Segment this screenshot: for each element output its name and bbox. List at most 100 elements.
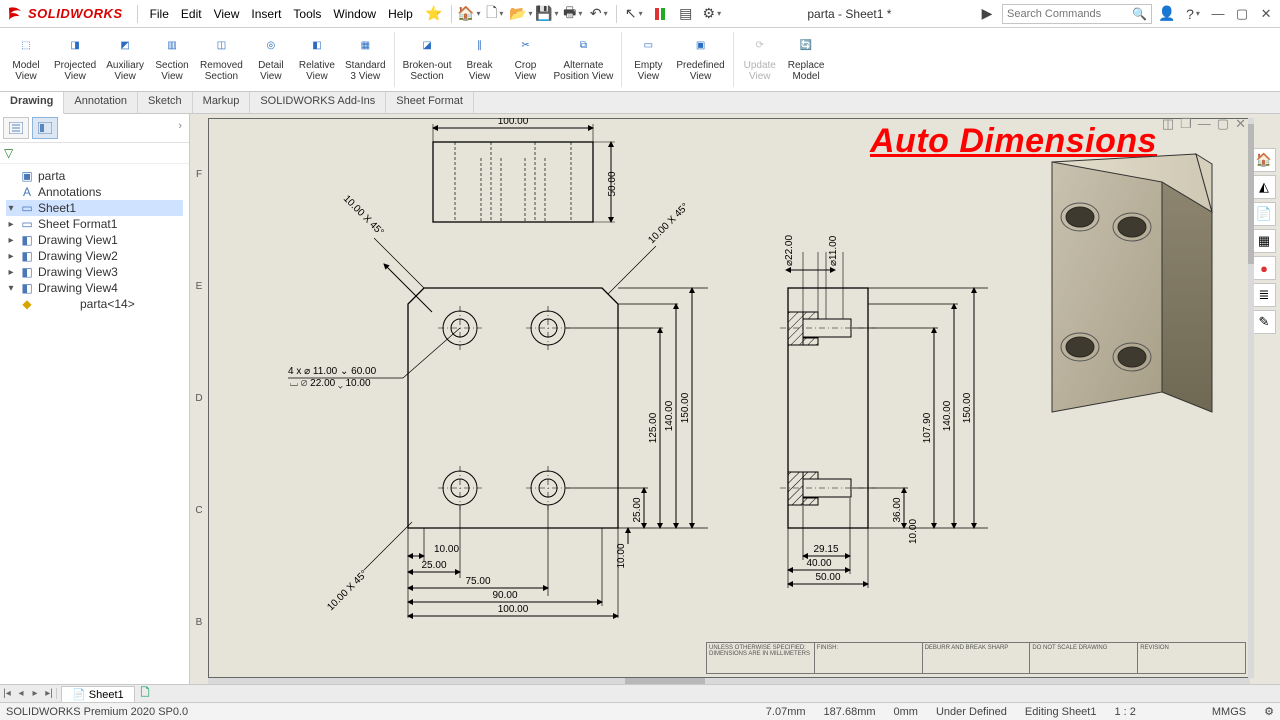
tab-sheet-format[interactable]: Sheet Format (386, 92, 474, 113)
new-button[interactable]: 🗋 (484, 3, 506, 25)
undo-button[interactable]: ↶ (588, 3, 610, 25)
status-bar: SOLIDWORKS Premium 2020 SP0.0 7.07mm 187… (0, 702, 1280, 720)
detail-view-button[interactable]: ◎Detail View (249, 30, 293, 89)
filter-icon[interactable]: ▽ (4, 146, 13, 160)
hud-list-icon[interactable]: ≣ (1252, 283, 1276, 307)
predefined-view-button[interactable]: ▣Predefined View (672, 30, 728, 89)
tab-sketch[interactable]: Sketch (138, 92, 193, 113)
feature-tree-tab[interactable] (3, 117, 29, 139)
model-view-label: Model View (12, 60, 39, 82)
removed-section-button[interactable]: ◫Removed Section (196, 30, 247, 89)
hud-appearance-icon[interactable]: ● (1252, 256, 1276, 280)
replace-model-icon: 🔄 (793, 32, 819, 58)
sheet-tab[interactable]: 📄 Sheet1 (61, 686, 135, 702)
property-tab[interactable] (32, 117, 58, 139)
section-view-button[interactable]: ▥Section View (150, 30, 194, 89)
projected-view-icon: ◨ (62, 32, 88, 58)
svg-text:10.00 X 45°: 10.00 X 45° (341, 193, 386, 238)
menu-insert[interactable]: Insert (245, 4, 287, 24)
menu-window[interactable]: Window (327, 4, 382, 24)
tree-annotations[interactable]: AAnnotations (6, 184, 183, 200)
hud-home-icon[interactable]: 🏠 (1252, 148, 1276, 172)
menu-edit[interactable]: Edit (175, 4, 208, 24)
relative-view-label: Relative View (299, 60, 335, 82)
hud-display-icon[interactable]: 📄 (1252, 202, 1276, 226)
print-button[interactable]: 🖶 (562, 3, 584, 25)
alternate-position-view-button[interactable]: ⧉Alternate Position View (550, 30, 618, 89)
broken-out-section-button[interactable]: ◪Broken-out Section (399, 30, 456, 89)
menu-file[interactable]: File (144, 4, 175, 24)
isometric-view (1032, 142, 1232, 442)
tree-parta-14-[interactable]: ◆parta<14> (6, 296, 183, 312)
search-input[interactable] (1007, 8, 1128, 20)
svg-text:150.00: 150.00 (680, 392, 691, 423)
empty-view-button[interactable]: ▭Empty View (626, 30, 670, 89)
projected-view-button[interactable]: ◨Projected View (50, 30, 100, 89)
model-view-button[interactable]: ⬚Model View (4, 30, 48, 89)
menu-view[interactable]: View (208, 4, 246, 24)
tab-solidworks-add-ins[interactable]: SOLIDWORKS Add-Ins (250, 92, 386, 113)
tree-drawing-view3[interactable]: ▸◧Drawing View3 (6, 264, 183, 280)
v-scrollbar[interactable] (1248, 118, 1254, 678)
auxiliary-view-button[interactable]: ◩Auxiliary View (102, 30, 148, 89)
play-icon[interactable]: ▶ (976, 3, 998, 25)
tree-root[interactable]: ▣parta (6, 168, 183, 184)
predefined-view-label: Predefined View (676, 60, 724, 82)
search-commands[interactable]: 🔍 (1002, 4, 1152, 24)
user-icon[interactable]: 👤 (1156, 3, 1178, 25)
panel-expand-icon[interactable]: › (174, 117, 186, 139)
drawing-canvas[interactable]: FEDCB ◫ ❐ — ▢ ✕ Auto Dimensions 🏠 ◭ 📄 ▦ … (190, 114, 1280, 684)
replace-model-button[interactable]: 🔄Replace Model (784, 30, 829, 89)
svg-text:10.00: 10.00 (616, 543, 627, 568)
search-icon: 🔍 (1132, 7, 1147, 21)
break-view-button[interactable]: ∥Break View (458, 30, 502, 89)
menu-help[interactable]: Help (382, 4, 419, 24)
settings-button[interactable]: ⚙ (701, 3, 723, 25)
menu-bar: SOLIDWORKS FileEditViewInsertToolsWindow… (0, 0, 1280, 28)
tab-annotation[interactable]: Annotation (64, 92, 138, 113)
detail-view-label: Detail View (258, 60, 284, 82)
hud-section-icon[interactable]: ▦ (1252, 229, 1276, 253)
hud-edit-icon[interactable]: ✎ (1252, 310, 1276, 334)
predefined-view-icon: ▣ (688, 32, 714, 58)
add-sheet-button[interactable]: 🗋 (135, 684, 156, 703)
close-button[interactable]: ✕ (1256, 6, 1276, 22)
tree-drawing-view2[interactable]: ▸◧Drawing View2 (6, 248, 183, 264)
tab-drawing[interactable]: Drawing (0, 92, 64, 114)
tab-markup[interactable]: Markup (193, 92, 251, 113)
relative-view-button[interactable]: ◧Relative View (295, 30, 339, 89)
status-z: 0mm (894, 706, 918, 718)
broken-out-section-icon: ◪ (414, 32, 440, 58)
projected-view-label: Projected View (54, 60, 96, 82)
tree-sheet1[interactable]: ▾▭Sheet1 (6, 200, 183, 216)
restore-button[interactable]: ▢ (1232, 6, 1252, 22)
hud-iso-icon[interactable]: ◭ (1252, 175, 1276, 199)
save-button[interactable]: 💾 (536, 3, 558, 25)
minimize-button[interactable]: — (1208, 6, 1228, 21)
tree-drawing-view1[interactable]: ▸◧Drawing View1 (6, 232, 183, 248)
select-button[interactable]: ↖ (623, 3, 645, 25)
status-units: MMGS (1212, 706, 1246, 718)
empty-view-icon: ▭ (635, 32, 661, 58)
model-view-icon: ⬚ (13, 32, 39, 58)
status-state: Under Defined (936, 706, 1007, 718)
options-list-button[interactable]: ▤ (675, 3, 697, 25)
status-gear-icon[interactable]: ⚙ (1264, 705, 1274, 718)
menu-expand-icon[interactable]: ⭐ (423, 3, 445, 25)
feature-panel-tabs: › (0, 114, 189, 143)
standard-3-view-button[interactable]: ▦Standard 3 View (341, 30, 390, 89)
sheet-nav[interactable]: |◂◂▸▸| (0, 688, 57, 699)
open-button[interactable]: 📂 (510, 3, 532, 25)
rebuild-button[interactable] (649, 3, 671, 25)
help-button[interactable]: ? (1182, 3, 1204, 25)
feature-manager: › ▽ ▣partaAAnnotations▾▭Sheet1▸▭Sheet Fo… (0, 114, 190, 684)
menu-tools[interactable]: Tools (287, 4, 327, 24)
tree-drawing-view4[interactable]: ▾◧Drawing View4 (6, 280, 183, 296)
h-scrollbar[interactable] (208, 678, 1250, 684)
divider (616, 5, 617, 23)
tree-sheet-format1[interactable]: ▸▭Sheet Format1 (6, 216, 183, 232)
home-button[interactable]: 🏠 (458, 3, 480, 25)
crop-view-button[interactable]: ✂Crop View (504, 30, 548, 89)
heads-up-toolbar: 🏠 ◭ 📄 ▦ ● ≣ ✎ (1252, 148, 1276, 334)
svg-text:10.00 X 45°: 10.00 X 45° (325, 568, 370, 613)
